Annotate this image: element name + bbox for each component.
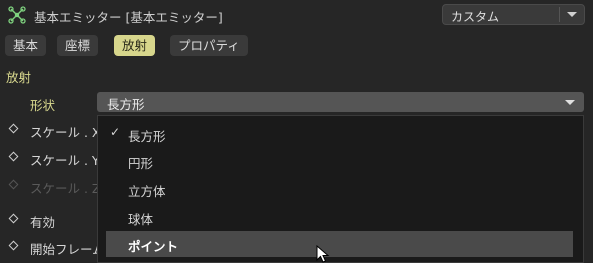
option-label: 円形 [128,156,154,171]
shape-option-circle[interactable]: 円形 [106,148,573,174]
tab-basic[interactable]: 基本 [5,35,47,56]
panel-header: 基本エミッター [基本エミッター] カスタム [0,0,593,30]
preset-dropdown-divider [559,7,560,22]
shape-label: 形状 [30,98,56,113]
option-label: 立方体 [128,184,166,199]
check-icon: ✓ [110,125,121,139]
shape-option-sphere[interactable]: 球体 [106,204,573,230]
preset-dropdown[interactable]: カスタム [442,4,585,25]
keyframe-diamond-icon[interactable] [8,123,19,134]
param-scale-z-label: スケール . Z [30,181,101,196]
chevron-down-icon [567,12,577,17]
emitter-icon [8,6,26,24]
param-scale-x-label: スケール . X [30,125,101,140]
preset-dropdown-value: カスタム [451,10,500,24]
keyframe-diamond-icon [8,179,19,190]
shape-select[interactable]: 長方形 [97,92,584,112]
option-label: 球体 [128,212,154,227]
shape-option-rectangle[interactable]: ✓ 長方形 [106,121,573,147]
option-label: ポイント [128,239,179,254]
shape-select-value: 長方形 [107,97,145,112]
keyframe-diamond-icon[interactable] [8,240,19,251]
param-start-frame-label: 開始フレーム [30,242,105,257]
keyframe-diamond-icon[interactable] [8,213,19,224]
shape-option-cube[interactable]: 立方体 [106,176,573,202]
tab-coordinates[interactable]: 座標 [57,35,99,56]
option-label: 長方形 [128,129,166,144]
param-scale-y-label: スケール . Y [30,153,100,168]
tab-properties[interactable]: プロパティ [170,35,248,56]
section-heading: 放射 [6,70,32,85]
shape-dropdown-menu: ✓ 長方形 円形 立方体 球体 ポイント [97,115,584,263]
mouse-cursor-icon [316,245,330,263]
chevron-down-icon [565,100,575,105]
tab-emission[interactable]: 放射 [114,35,156,56]
keyframe-diamond-icon[interactable] [8,151,19,162]
panel-title: 基本エミッター [基本エミッター] [34,10,223,25]
shape-option-point[interactable]: ポイント [106,231,573,257]
param-enabled-label: 有効 [30,215,56,230]
